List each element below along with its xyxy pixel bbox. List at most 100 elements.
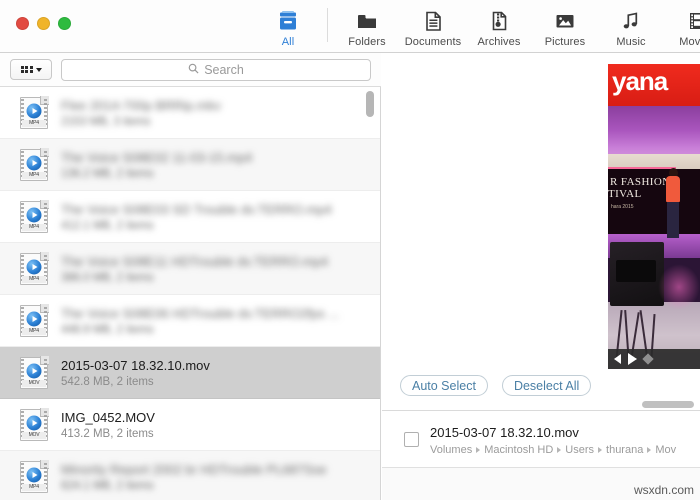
- toolbar-label-archives: Archives: [477, 36, 521, 48]
- watermark: wsxdn.com: [633, 483, 694, 497]
- breadcrumb: Volumes Macintosh HD Users thurana Mov: [430, 444, 676, 456]
- file-checkbox[interactable]: [404, 432, 419, 447]
- toolbar-item-all[interactable]: All: [255, 4, 321, 48]
- zoom-button[interactable]: [58, 17, 71, 30]
- app-window: All Folders Documents Archives Pictures …: [0, 0, 700, 500]
- toolbar-item-folders[interactable]: Folders: [334, 4, 400, 48]
- table-row[interactable]: MOV IMG_0452.MOV 413.2 MB, 2 items: [0, 399, 380, 451]
- breadcrumb-separator-icon: [557, 447, 562, 453]
- table-row[interactable]: MP4 Minority Report 2002 br HDTrouble PL…: [0, 451, 380, 500]
- file-extension-tag: MP4: [22, 327, 46, 335]
- search-input[interactable]: Search: [61, 58, 371, 81]
- file-meta: 2153 MB, 3 items: [61, 115, 151, 128]
- previous-frame-icon[interactable]: [614, 354, 621, 364]
- window-controls: [16, 17, 71, 30]
- toolbar-divider: [327, 8, 328, 42]
- mov-file-icon: MOV: [20, 355, 49, 389]
- mp4-file-icon: MP4: [20, 95, 49, 129]
- breadcrumb-separator-icon: [476, 447, 481, 453]
- selection-actions: Auto Select Deselect All: [400, 375, 592, 396]
- table-row-selected[interactable]: MOV 2015-03-07 18.32.10.mov 542.8 MB, 2 …: [0, 347, 380, 399]
- video-preview[interactable]: yana R FASHION TIVAL hara 2015: [608, 64, 700, 369]
- preview-banner-year: hara 2015: [611, 204, 634, 210]
- auto-select-button[interactable]: Auto Select: [400, 375, 488, 396]
- scrollbar-thumb[interactable]: [366, 91, 374, 117]
- category-toolbar: All Folders Documents Archives Pictures …: [255, 4, 700, 52]
- preview-speaker-grille: [616, 260, 656, 282]
- detail-pane: yana R FASHION TIVAL hara 2015 Auto Sele…: [382, 53, 700, 500]
- toolbar-item-movies[interactable]: Movies: [664, 4, 700, 48]
- selected-file-info: 2015-03-07 18.32.10.mov Volumes Macintos…: [382, 411, 700, 467]
- breadcrumb-item-0[interactable]: Volumes: [430, 444, 472, 456]
- film-strip-icon: [686, 8, 700, 34]
- breadcrumb-item-1[interactable]: Macintosh HD: [484, 444, 553, 456]
- mp4-file-icon: MP4: [20, 199, 49, 233]
- file-extension-tag: MP4: [22, 483, 46, 491]
- horizontal-scrollbar[interactable]: [642, 401, 694, 408]
- toolbar-label-folders: Folders: [348, 36, 386, 48]
- mp4-file-icon: MP4: [20, 303, 49, 337]
- file-name: IMG_0452.MOV: [61, 409, 155, 425]
- toolbar-item-archives[interactable]: Archives: [466, 4, 532, 48]
- file-meta: 136.2 MB, 2 items: [61, 167, 154, 180]
- mov-file-icon: MOV: [20, 407, 49, 441]
- video-controls[interactable]: [608, 349, 700, 369]
- breadcrumb-separator-icon: [598, 447, 603, 453]
- file-name: The Voice S08E02 11-03-15.mp4: [61, 149, 253, 165]
- titlebar: All Folders Documents Archives Pictures …: [0, 0, 700, 53]
- file-extension-tag: MP4: [22, 171, 46, 179]
- file-extension-tag: MOV: [22, 379, 46, 387]
- file-name: 2015-03-07 18.32.10.mov: [61, 357, 210, 373]
- grid-view-icon: [20, 65, 33, 74]
- table-row[interactable]: MP4 The Voice S08E02 11-03-15.mp4 136.2 …: [0, 139, 380, 191]
- minimize-button[interactable]: [37, 17, 50, 30]
- search-toolbar: Search: [0, 53, 381, 87]
- play-icon[interactable]: [628, 353, 637, 365]
- search-icon: [188, 61, 199, 79]
- music-note-icon: [620, 8, 642, 34]
- toolbar-item-pictures[interactable]: Pictures: [532, 4, 598, 48]
- table-row[interactable]: MP4 Flee 2014-700p BRRip.mkv 2153 MB, 3 …: [0, 87, 380, 139]
- preview-banner-line2: TIVAL: [608, 188, 642, 200]
- table-row[interactable]: MP4 The Voice S08E06 HDTrouble dv.TERRO2…: [0, 295, 380, 347]
- file-name: The Voice S08E06 HDTrouble dv.TERRO2fps …: [61, 305, 340, 321]
- mp4-file-icon: MP4: [20, 251, 49, 285]
- scrollbar-thumb[interactable]: [642, 401, 694, 408]
- vertical-scrollbar[interactable]: [366, 91, 374, 496]
- preview-person: [666, 168, 680, 238]
- view-options-button[interactable]: [10, 59, 52, 80]
- document-icon: [422, 8, 444, 34]
- toolbar-label-movies: Movies: [679, 36, 700, 48]
- mp4-file-icon: MP4: [20, 459, 49, 493]
- breadcrumb-item-2[interactable]: Users: [565, 444, 594, 456]
- marker-icon[interactable]: [642, 353, 654, 365]
- file-meta: 412.1 MB, 2 items: [61, 219, 154, 232]
- breadcrumb-item-3[interactable]: thurana: [606, 444, 643, 456]
- toolbar-item-documents[interactable]: Documents: [400, 4, 466, 48]
- file-list[interactable]: MP4 Flee 2014-700p BRRip.mkv 2153 MB, 3 …: [0, 87, 381, 500]
- file-name: Flee 2014-700p BRRip.mkv: [61, 97, 221, 113]
- toolbar-label-all: All: [281, 36, 295, 48]
- deselect-all-button[interactable]: Deselect All: [501, 375, 592, 396]
- file-name: Minority Report 2002 br HDTrouble PL687S…: [61, 461, 327, 477]
- search-placeholder: Search: [204, 62, 244, 77]
- breadcrumb-item-4[interactable]: Mov: [655, 444, 676, 456]
- table-row[interactable]: MP4 The Voice S08E03 SD Trouble dv.TERRO…: [0, 191, 380, 243]
- file-meta: 542.8 MB, 2 items: [61, 375, 154, 388]
- preview-banner-line1: R FASHION: [610, 176, 671, 188]
- preview-stage-glow: [658, 264, 700, 310]
- file-extension-tag: MP4: [22, 223, 46, 231]
- toolbar-item-music[interactable]: Music: [598, 4, 664, 48]
- file-meta: 413.2 MB, 2 items: [61, 427, 154, 440]
- table-row[interactable]: MP4 The Voice S08E11 HDTrouble dv.TERRO.…: [0, 243, 380, 295]
- file-name: The Voice S08E03 SD Trouble dv.TERRO.mp4: [61, 201, 332, 217]
- mp4-file-icon: MP4: [20, 147, 49, 181]
- chevron-down-icon: [35, 67, 42, 72]
- archive-file-icon: [488, 8, 510, 34]
- picture-icon: [554, 8, 576, 34]
- toolbar-label-documents: Documents: [404, 36, 462, 48]
- close-button[interactable]: [16, 17, 29, 30]
- file-name: The Voice S08E11 HDTrouble dv.TERRO.mp4: [61, 253, 329, 269]
- file-extension-tag: MP4: [22, 119, 46, 127]
- file-meta: 448.9 MB, 2 items: [61, 323, 154, 336]
